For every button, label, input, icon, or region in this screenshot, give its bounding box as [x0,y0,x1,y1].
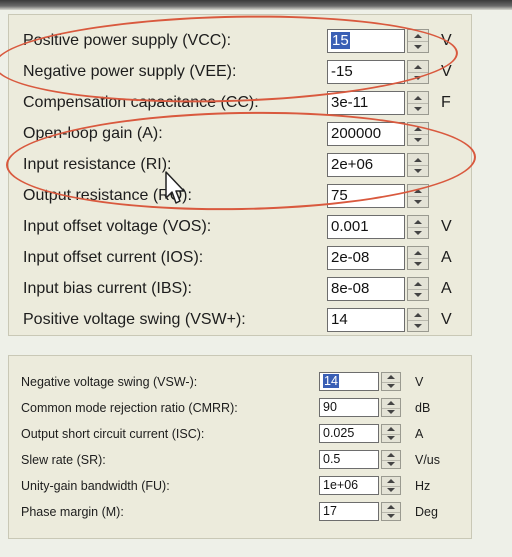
param-unit: A [441,280,452,297]
param-spinner[interactable] [407,29,429,53]
param-value-field[interactable]: 200000 [327,122,405,146]
param-value-field[interactable]: 17 [319,502,379,521]
param-value-text: 2e-08 [331,249,370,266]
param-value-text: 1e+06 [323,478,359,492]
param-value-text: 14 [331,311,348,328]
spin-down-icon[interactable] [408,227,428,238]
spin-down-icon[interactable] [408,320,428,331]
param-label: Positive power supply (VCC): [23,32,232,49]
window-top-strip [0,0,512,10]
param-value-text: 90 [323,400,337,414]
spin-down-icon[interactable] [382,486,400,495]
param-label: Output short circuit current (ISC): [21,427,205,441]
param-label: Input bias current (IBS): [23,280,192,297]
param-value-text: 0.5 [323,452,341,466]
param-spinner[interactable] [407,277,429,301]
param-unit: A [415,427,424,441]
param-spinner[interactable] [407,122,429,146]
spin-down-icon[interactable] [382,460,400,469]
param-value-field[interactable]: 2e-08 [327,246,405,270]
opamp-parameters-panel-1: Positive power supply (VCC): 15 V Negative … [8,14,472,336]
param-value-text: -15 [331,63,353,80]
param-unit: V [441,32,452,49]
spin-down-icon[interactable] [382,512,400,521]
param-unit: V [441,63,452,80]
param-spinner[interactable] [407,215,429,239]
param-spinner[interactable] [407,184,429,208]
param-unit: A [441,249,452,266]
spin-down-icon[interactable] [382,434,400,443]
param-label: Phase margin (M): [21,505,124,519]
param-value-field[interactable]: -15 [327,60,405,84]
param-value-field[interactable]: 90 [319,398,379,417]
param-label: Input resistance (RI): [23,156,172,173]
param-spinner[interactable] [407,91,429,115]
param-value-text: 15 [331,32,350,49]
param-value-field[interactable]: 15 [327,29,405,53]
param-spinner[interactable] [407,153,429,177]
param-label: Unity-gain bandwidth (FU): [21,479,170,493]
spin-down-icon[interactable] [408,165,428,176]
param-value-field[interactable]: 1e+06 [319,476,379,495]
spin-down-icon[interactable] [408,134,428,145]
param-label: Slew rate (SR): [21,453,106,467]
param-value-field[interactable]: 14 [319,372,379,391]
param-value-field[interactable]: 0.025 [319,424,379,443]
param-value-field[interactable]: 2e+06 [327,153,405,177]
spin-down-icon[interactable] [408,258,428,269]
param-spinner[interactable] [381,372,401,391]
param-value-text: 2e+06 [331,156,374,173]
param-unit: V [441,311,452,328]
param-value-text: 0.001 [331,218,369,235]
spin-down-icon[interactable] [408,103,428,114]
param-label: Input offset voltage (VOS): [23,218,212,235]
param-unit: Hz [415,479,431,493]
param-label: Common mode rejection ratio (CMRR): [21,401,238,415]
param-value-field[interactable]: 3e-11 [327,91,405,115]
spin-down-icon[interactable] [408,196,428,207]
param-unit: F [441,94,451,111]
param-spinner[interactable] [407,246,429,270]
param-value-text: 14 [323,374,339,388]
param-value-text: 0.025 [323,426,355,440]
param-label: Negative power supply (VEE): [23,63,237,80]
param-unit: V/us [415,453,441,467]
param-spinner[interactable] [381,424,401,443]
param-spinner[interactable] [407,308,429,332]
param-value-field[interactable]: 14 [327,308,405,332]
spin-down-icon[interactable] [382,382,400,391]
mouse-pointer-icon [165,171,185,204]
param-value-field[interactable]: 0.5 [319,450,379,469]
spin-down-icon[interactable] [408,289,428,300]
spin-down-icon[interactable] [382,408,400,417]
spin-down-icon[interactable] [408,72,428,83]
param-unit: V [441,218,452,235]
param-label: Input offset current (IOS): [23,249,204,266]
spin-down-icon[interactable] [408,41,428,52]
param-label: Negative voltage swing (VSW-): [21,375,198,389]
param-unit: V [415,375,424,389]
param-spinner[interactable] [381,476,401,495]
param-spinner[interactable] [381,450,401,469]
param-value-field[interactable]: 0.001 [327,215,405,239]
param-spinner[interactable] [381,502,401,521]
param-value-field[interactable]: 8e-08 [327,277,405,301]
param-unit: Deg [415,505,438,519]
param-label: Open-loop gain (A): [23,125,163,142]
param-value-text: 200000 [331,125,382,142]
param-value-text: 75 [331,187,348,204]
param-spinner[interactable] [407,60,429,84]
param-value-text: 3e-11 [331,94,369,111]
param-label: Compensation capacitance (CC): [23,94,259,111]
param-value-text: 8e-08 [331,280,370,297]
param-value-text: 17 [323,504,337,518]
opamp-parameters-panel-2: Negative voltage swing (VSW-): 14 V Common … [8,355,472,539]
param-value-field[interactable]: 75 [327,184,405,208]
param-unit: dB [415,401,431,415]
param-spinner[interactable] [381,398,401,417]
param-label: Positive voltage swing (VSW+): [23,311,246,328]
